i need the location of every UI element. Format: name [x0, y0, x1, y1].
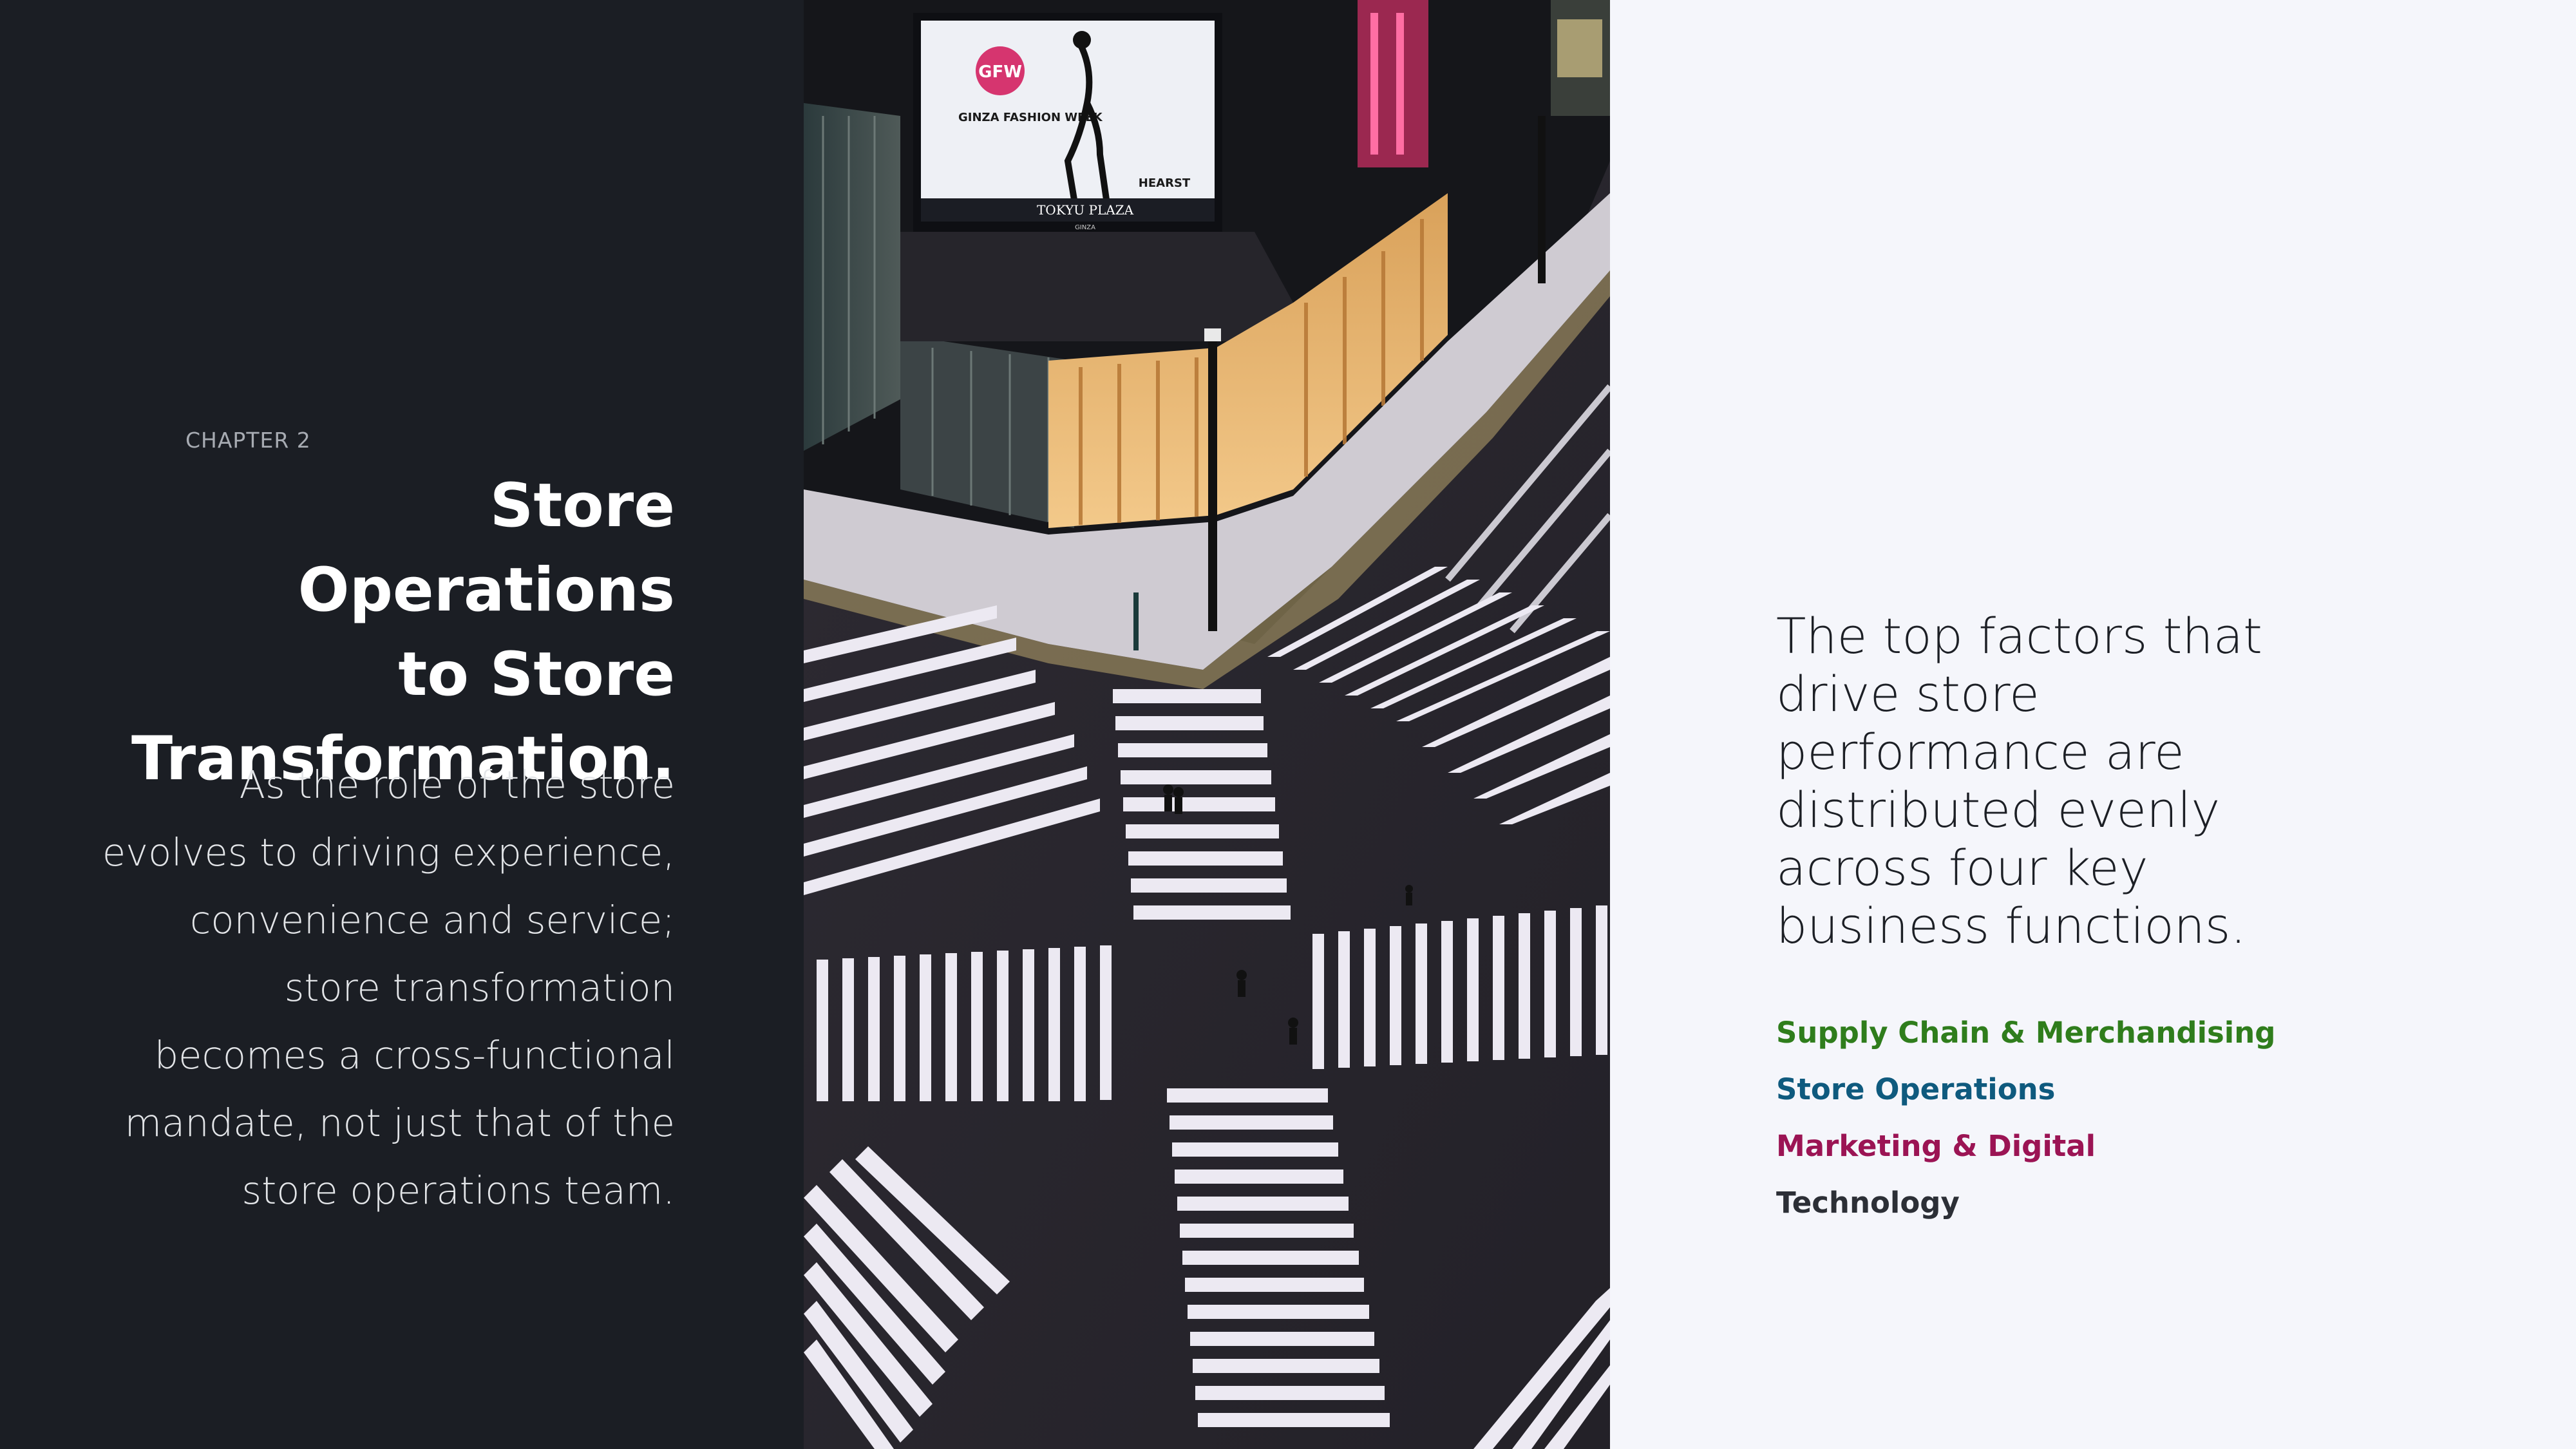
body-line: evolves to driving experience,	[102, 830, 675, 875]
slide: CHAPTER 2 Store Operations to Store Tran…	[0, 0, 2576, 1449]
crosswalk-illustration: GFW GINZA FASHION WEEK HEARST TOKYU PLAZ…	[804, 0, 1610, 1449]
body-line: As the role of the store	[239, 762, 675, 807]
summary-line: drive store	[1776, 665, 2040, 723]
chapter-label: CHAPTER 2	[185, 428, 311, 453]
billboard-district: GINZA	[1075, 224, 1095, 231]
heading-line: to Store	[398, 639, 675, 710]
key-functions-panel: The top factors that drive store perform…	[1610, 0, 2576, 1449]
chapter-intro-panel: CHAPTER 2 Store Operations to Store Tran…	[0, 0, 804, 1449]
body-line: store transformation	[284, 965, 675, 1010]
function-supply-chain: Supply Chain & Merchandising	[1776, 1016, 2276, 1050]
billboard-brand: GFW	[978, 62, 1022, 82]
body-line: convenience and service;	[189, 898, 675, 942]
body-line: becomes a cross-functional	[154, 1033, 675, 1077]
crosswalk-photo: GFW GINZA FASHION WEEK HEARST TOKYU PLAZ…	[804, 0, 1610, 1449]
summary-line: performance are	[1776, 723, 2184, 781]
function-technology: Technology	[1776, 1186, 1960, 1220]
billboard-sponsor: HEARST	[1139, 176, 1191, 190]
summary-line: business functions.	[1776, 897, 2246, 954]
summary-statement: The top factors that drive store perform…	[1776, 607, 2330, 955]
function-marketing-digital: Marketing & Digital	[1776, 1129, 2096, 1163]
business-functions-list: Supply Chain & Merchandising Store Opera…	[1776, 1005, 2275, 1231]
chapter-body-text: As the role of the store evolves to driv…	[95, 751, 675, 1224]
heading-line: Store Operations	[298, 471, 675, 625]
function-store-operations: Store Operations	[1776, 1072, 2056, 1106]
billboard-building: TOKYU PLAZA	[1037, 202, 1134, 218]
summary-line: across four key	[1776, 839, 2148, 896]
summary-line: distributed evenly	[1776, 781, 2221, 838]
body-line: mandate, not just that of the	[124, 1101, 675, 1145]
body-line: store operations team.	[242, 1168, 675, 1213]
summary-line: The top factors that	[1776, 607, 2262, 665]
